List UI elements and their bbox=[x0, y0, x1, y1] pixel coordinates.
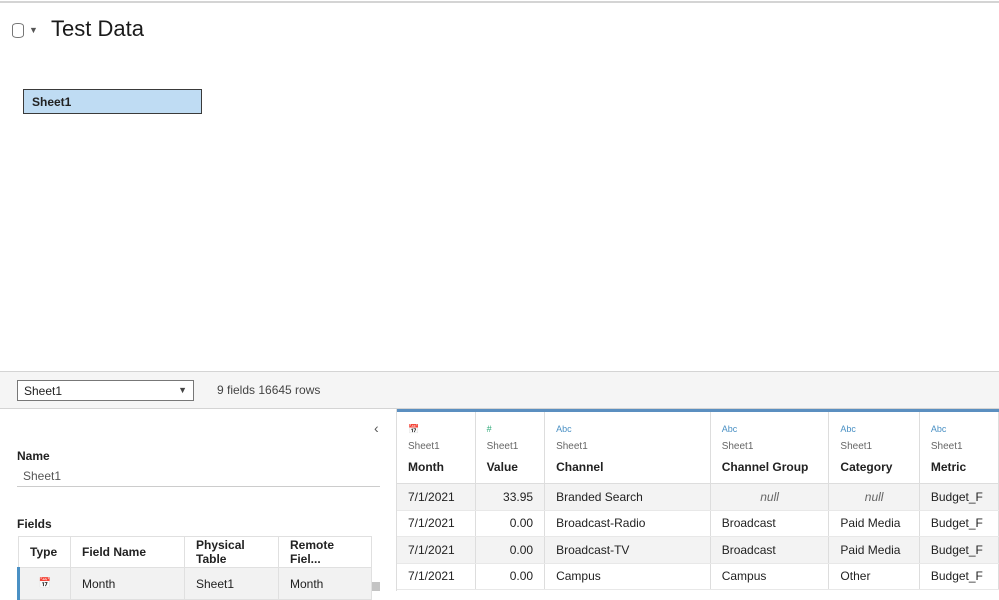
column-header-category[interactable]: Abc Sheet1 Category bbox=[828, 409, 920, 484]
column-name: Channel Group bbox=[721, 460, 809, 474]
table-row[interactable]: 📅 Month Sheet1 Month bbox=[17, 567, 372, 600]
column-name: Channel bbox=[556, 460, 604, 474]
table-row: 7/1/2021 33.95 Branded Search null null Budge… bbox=[397, 483, 999, 511]
page-title[interactable]: Test Data bbox=[51, 16, 144, 42]
cell-channel: Broadcast-Radio bbox=[544, 510, 711, 537]
cell-month: 7/1/2021 bbox=[397, 483, 476, 511]
column-name: Metric bbox=[930, 460, 967, 474]
fields-table: Type Field Name Physical Table Remote Fi… bbox=[17, 536, 372, 600]
string-type-icon[interactable]: Abc bbox=[931, 424, 998, 438]
table-select-value: Sheet1 bbox=[24, 384, 63, 398]
column-header-value[interactable]: # Sheet1 Value bbox=[475, 409, 546, 484]
column-source: Sheet1 bbox=[721, 441, 754, 452]
datasource-icon[interactable] bbox=[12, 23, 24, 38]
column-source: Sheet1 bbox=[930, 441, 963, 452]
col-physical-table[interactable]: Physical Table bbox=[184, 536, 279, 568]
cell-value: 0.00 bbox=[475, 510, 546, 537]
collapse-panel-icon[interactable]: ‹ bbox=[374, 420, 379, 436]
number-type-icon[interactable]: # bbox=[487, 424, 544, 438]
cell-category: Other bbox=[828, 563, 920, 590]
cell-channel: Branded Search bbox=[544, 483, 711, 511]
chevron-down-icon[interactable]: ▼ bbox=[29, 25, 38, 35]
cell-channel-group: Broadcast bbox=[710, 536, 830, 564]
scrollbar[interactable] bbox=[372, 582, 380, 591]
remote-field: Month bbox=[278, 567, 372, 600]
field-name[interactable]: Month bbox=[70, 567, 185, 600]
column-name: Month bbox=[408, 460, 444, 474]
column-header-month[interactable]: 📅 Sheet1 Month bbox=[397, 409, 476, 484]
cell-metric: Budget_F bbox=[919, 563, 999, 590]
cell-category: null bbox=[828, 483, 920, 511]
name-label: Name bbox=[17, 449, 50, 463]
cell-metric: Budget_F bbox=[919, 483, 999, 511]
string-type-icon[interactable]: Abc bbox=[840, 424, 918, 438]
calendar-icon[interactable]: 📅 bbox=[17, 567, 71, 600]
cell-category: Paid Media bbox=[828, 510, 920, 537]
string-type-icon[interactable]: Abc bbox=[722, 424, 829, 438]
data-grid: 📅 Sheet1 Month # Sheet1 Value Abc Sheet1 Channel… bbox=[397, 409, 999, 591]
table-row: 7/1/2021 0.00 Broadcast-Radio Broadcast Paid… bbox=[397, 510, 999, 537]
column-source: Sheet1 bbox=[486, 441, 519, 452]
column-header-channel-group[interactable]: Abc Sheet1 Channel Group bbox=[710, 409, 830, 484]
column-header-metric[interactable]: Abc Sheet1 Metric bbox=[919, 409, 999, 484]
cell-metric: Budget_F bbox=[919, 510, 999, 537]
column-source: Sheet1 bbox=[840, 441, 873, 452]
field-row-count: 9 fields 16645 rows bbox=[217, 383, 321, 397]
cell-value: 33.95 bbox=[475, 483, 546, 511]
physical-table: Sheet1 bbox=[184, 567, 279, 600]
date-type-icon[interactable]: 📅 bbox=[408, 424, 475, 438]
cell-month: 7/1/2021 bbox=[397, 510, 476, 537]
chevron-down-icon: ▼ bbox=[178, 385, 187, 395]
top-border bbox=[0, 0, 999, 3]
cell-channel: Campus bbox=[544, 563, 711, 590]
cell-channel: Broadcast-TV bbox=[544, 536, 711, 564]
column-name: Value bbox=[486, 460, 518, 474]
fields-label: Fields bbox=[17, 517, 52, 531]
column-source: Sheet1 bbox=[408, 441, 440, 452]
column-header-channel[interactable]: Abc Sheet1 Channel bbox=[544, 409, 711, 484]
cell-value: 0.00 bbox=[475, 563, 546, 590]
column-source: Sheet1 bbox=[556, 441, 588, 452]
table-select[interactable]: Sheet1 ▼ bbox=[17, 380, 194, 401]
cell-value: 0.00 bbox=[475, 536, 546, 564]
cell-category: Paid Media bbox=[828, 536, 920, 564]
col-type[interactable]: Type bbox=[18, 536, 71, 568]
cell-channel-group: Broadcast bbox=[710, 510, 830, 537]
col-remote-field[interactable]: Remote Fiel... bbox=[278, 536, 372, 568]
column-name: Category bbox=[840, 460, 893, 474]
table-row: 7/1/2021 0.00 Campus Campus Other Budget_F bbox=[397, 563, 999, 590]
col-field-name[interactable]: Field Name bbox=[70, 536, 185, 568]
cell-metric: Budget_F bbox=[919, 536, 999, 564]
string-type-icon[interactable]: Abc bbox=[556, 424, 710, 438]
name-input[interactable] bbox=[17, 466, 380, 487]
cell-channel-group: Campus bbox=[710, 563, 830, 590]
canvas-table-sheet1[interactable]: Sheet1 bbox=[23, 89, 202, 114]
cell-month: 7/1/2021 bbox=[397, 536, 476, 564]
cell-month: 7/1/2021 bbox=[397, 563, 476, 590]
cell-channel-group: null bbox=[710, 483, 830, 511]
table-row: 7/1/2021 0.00 Broadcast-TV Broadcast Paid Me… bbox=[397, 536, 999, 564]
